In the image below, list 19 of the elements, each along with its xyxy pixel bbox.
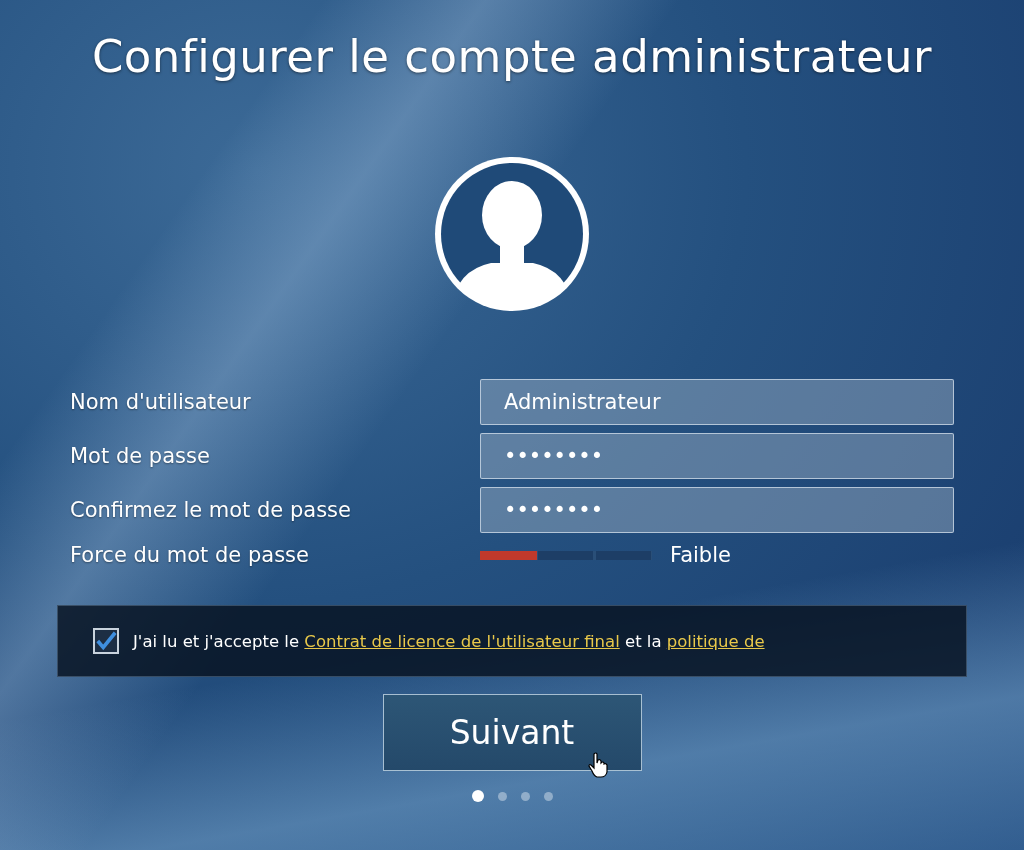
next-button[interactable]: Suivant [382,694,642,771]
agreement-text: J'ai lu et j'accepte le Contrat de licence de l'utilisateur final et la politique de [133,631,765,651]
input-field[interactable]: •••••••• [480,433,954,479]
field-label: Force du mot de passe [70,543,310,567]
field-label: Mot de passe [70,444,211,468]
page-dot[interactable] [520,791,530,801]
page-title: Configurer le compte administrateur [91,30,933,83]
strength-reading: Faible [670,543,731,567]
hand-cursor-icon [588,752,610,778]
input-field[interactable]: Administrateur [480,379,954,425]
input-field[interactable]: •••••••• [480,487,954,533]
agreement-link[interactable]: Contrat de licence de l'utilisateur final [304,631,620,651]
agreement-link[interactable]: politique de [666,631,765,651]
checkbox[interactable] [93,628,119,654]
page-dot[interactable] [471,790,484,802]
field-label: Nom d'utilisateur [70,390,252,414]
page-dot[interactable] [497,791,507,801]
page-dot[interactable] [543,791,553,801]
field-label: Confirmez le mot de passe [70,498,352,522]
